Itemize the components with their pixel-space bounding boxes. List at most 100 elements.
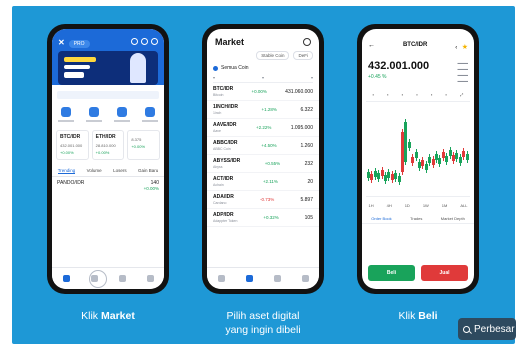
chart-tool[interactable]: ▪ <box>387 92 388 97</box>
card-change: +0.00% <box>131 144 146 149</box>
col-price[interactable]: ▾ <box>311 75 313 80</box>
table-row[interactable]: ADA/IDR Cardano -0.73% 5.897 <box>207 191 319 209</box>
candle-wick <box>402 129 403 175</box>
share-icon[interactable]: ‹ <box>455 45 457 51</box>
row-pair: ADP/IDR <box>213 211 234 218</box>
tab-order-book[interactable]: Order Book <box>371 216 391 221</box>
back-arrow-icon[interactable]: ← <box>368 42 375 49</box>
tab-trades[interactable]: Trades <box>410 216 422 221</box>
coin-icon <box>213 65 218 71</box>
candle-wick <box>419 159 420 171</box>
candlestick-chart[interactable] <box>366 101 470 197</box>
row-price: 5.897 <box>300 196 313 203</box>
candle-wick <box>456 150 458 162</box>
candle-wick <box>466 151 468 163</box>
range-1d[interactable]: 1D <box>405 203 410 208</box>
tab-trending[interactable]: Trending <box>57 168 76 174</box>
banner-text <box>64 57 96 62</box>
range-1m[interactable]: 1M <box>442 203 448 208</box>
col-name[interactable]: ▾ <box>213 75 215 80</box>
row-name: Adappter Token <box>213 218 238 223</box>
row-pair: AAVE/IDR <box>213 121 237 128</box>
sell-button[interactable]: Jual <box>421 265 468 281</box>
tab-volume[interactable]: Volume <box>87 168 102 174</box>
row-name: Achain <box>213 182 224 187</box>
table-row[interactable]: 1INCH/IDR 1inch +1.28% 6.322 <box>207 101 319 119</box>
wallet-icon[interactable] <box>273 275 281 282</box>
row-price: 20 <box>307 178 313 185</box>
tab-market-depth[interactable]: Market Depth <box>441 216 465 221</box>
candle-wick <box>415 149 417 161</box>
row-name: Aave <box>213 128 221 133</box>
announcement-bar[interactable] <box>57 91 159 99</box>
row-pair: ACT/IDR <box>213 175 234 182</box>
star-icon[interactable]: ★ <box>462 44 468 51</box>
range-all[interactable]: ALL <box>460 203 467 208</box>
price-card[interactable]: 8.375 +0.00% <box>127 130 161 160</box>
account-icon[interactable] <box>146 275 154 282</box>
list-item[interactable]: PANDO/IDR 140 +0.00% <box>52 177 164 195</box>
price-card[interactable]: BTC/IDR 432.001.000 +0.00% <box>56 130 89 160</box>
promo-banner[interactable] <box>58 51 158 85</box>
tab-losers[interactable]: Losers <box>113 168 127 174</box>
range-4h[interactable]: 4H <box>387 203 392 208</box>
home-icon[interactable] <box>217 275 225 282</box>
search-icon[interactable] <box>303 38 311 46</box>
candle-wick <box>439 155 441 167</box>
row-price: 431.060.000 <box>285 88 313 95</box>
table-row[interactable]: ABBC/IDR ABBC Coin +4.50% 1.260 <box>207 137 319 155</box>
pro-pill[interactable]: PRO <box>68 40 90 48</box>
candle-wick <box>408 139 410 151</box>
pair-title[interactable]: BTC/IDR <box>403 42 427 48</box>
col-change[interactable]: ▾ <box>262 75 264 80</box>
tutorial-panel: ✕ PRO BTC/IDR 432.001.000 +0.00% ETH/IDR… <box>12 6 515 344</box>
row-pair: ABYSS/IDR <box>213 157 241 164</box>
coin-selector[interactable]: Semua Coin <box>213 65 313 71</box>
card-change: +0.00% <box>95 150 110 155</box>
notification-icon[interactable] <box>141 38 148 45</box>
chart-tool[interactable]: ▪ <box>416 92 417 97</box>
banner-text <box>64 65 90 69</box>
table-row[interactable]: ABYSS/IDR Abyss +0.55% 232 <box>207 155 319 173</box>
expand-icon[interactable]: ⤢ <box>460 92 463 97</box>
filter-defi[interactable]: DeFi <box>293 51 313 60</box>
candle-wick <box>378 170 380 182</box>
account-icon[interactable] <box>301 275 309 282</box>
price-card[interactable]: ETH/IDR 28.810.000 +0.00% <box>91 130 125 160</box>
phone-market: Market Stable Coin DeFi Semua Coin ▾ ▾ ▾ B… <box>202 24 324 294</box>
chart-tool[interactable]: ▪ <box>446 92 447 97</box>
chart-tool[interactable]: ▪ <box>431 92 432 97</box>
row-price: 232 <box>304 160 313 167</box>
market-screen: Market Stable Coin DeFi Semua Coin ▾ ▾ ▾ B… <box>207 29 319 289</box>
shortcut-item[interactable] <box>86 107 102 122</box>
range-1w[interactable]: 1W <box>423 203 429 208</box>
candle-wick <box>459 154 461 166</box>
tab-new[interactable]: Gain Baru <box>138 168 158 174</box>
table-row[interactable]: BTC/IDR Bitcoin +0.00% 431.060.000 <box>207 83 319 101</box>
candle-wick <box>446 153 448 165</box>
market-icon[interactable] <box>245 275 253 282</box>
row-change: +0.00% <box>143 186 159 191</box>
shortcut-item[interactable] <box>142 107 158 122</box>
buy-button[interactable]: Beli <box>368 265 415 281</box>
shortcut-item[interactable] <box>58 107 74 122</box>
table-row[interactable]: ADP/IDR Adappter Token +0.32% 105 <box>207 209 319 227</box>
table-row[interactable]: ACT/IDR Achain +2.11% 20 <box>207 173 319 191</box>
table-row[interactable]: AAVE/IDR Aave +2.22% 1.095.000 <box>207 119 319 137</box>
candle-wick <box>388 169 390 181</box>
chart-tool[interactable]: ▪ <box>402 92 403 97</box>
zoom-button[interactable]: Perbesar <box>458 318 516 340</box>
detail-screen: ← BTC/IDR ‹ ★ 432.001.000 +0.45 % ▬▬▬ ▬▬▬ ▬… <box>362 29 474 289</box>
shortcut-item[interactable] <box>114 107 130 122</box>
candle-wick <box>442 149 444 161</box>
card-change: +0.00% <box>60 150 74 155</box>
card-price: 8.375 <box>131 137 142 142</box>
home-icon[interactable] <box>62 275 70 282</box>
avatar[interactable] <box>151 38 158 45</box>
chart-tool[interactable]: ▪ <box>373 92 374 97</box>
filter-stable-coin[interactable]: Stable Coin <box>256 51 290 60</box>
wallet-icon[interactable] <box>118 275 126 282</box>
range-1h[interactable]: 1H <box>368 203 373 208</box>
shortcut-icon <box>89 107 99 117</box>
search-icon[interactable] <box>131 38 138 45</box>
